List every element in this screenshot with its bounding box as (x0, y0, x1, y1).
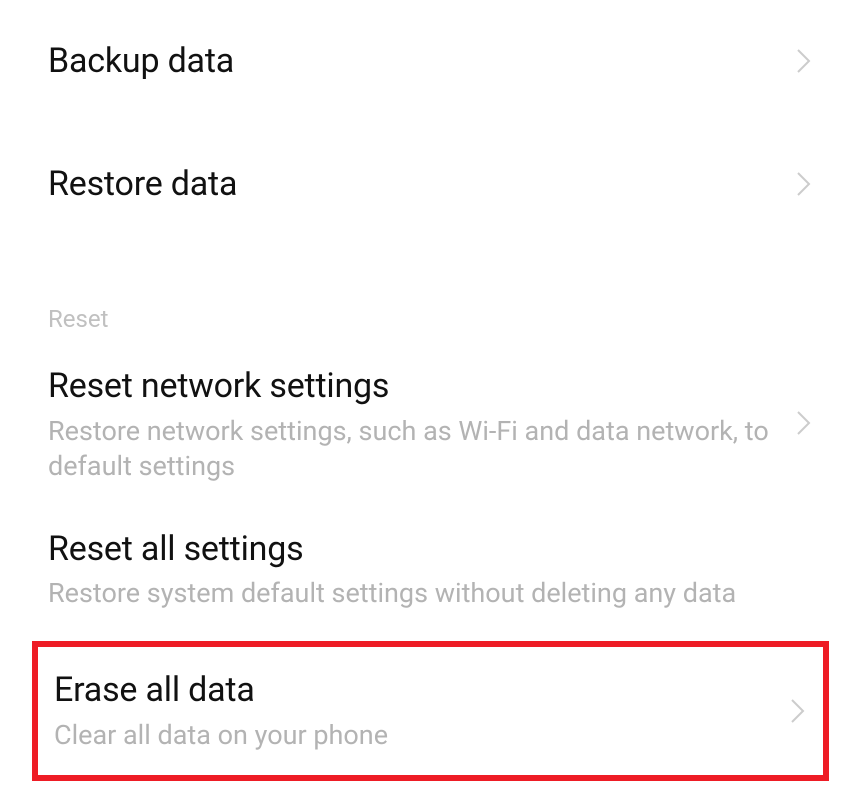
list-item-backup-data[interactable]: Backup data (0, 0, 861, 123)
item-title: Backup data (48, 40, 813, 83)
chevron-right-icon (795, 47, 813, 75)
item-subtitle: Restore system default settings without … (48, 576, 813, 611)
item-subtitle: Clear all data on your phone (54, 718, 807, 753)
list-item-reset-network-settings[interactable]: Reset network settings Restore network s… (0, 341, 861, 506)
chevron-right-icon (795, 170, 813, 198)
list-item-restore-data[interactable]: Restore data (0, 123, 861, 246)
list-item-erase-all-data[interactable]: Erase all data Clear all data on your ph… (38, 647, 823, 775)
highlighted-item-erase-all-data: Erase all data Clear all data on your ph… (32, 641, 829, 781)
chevron-right-icon (789, 697, 807, 725)
list-item-reset-all-settings[interactable]: Reset all settings Restore system defaul… (0, 506, 861, 634)
item-title: Reset network settings (48, 365, 813, 408)
item-subtitle: Restore network settings, such as Wi-Fi … (48, 414, 813, 484)
item-title: Restore data (48, 163, 813, 206)
item-title: Erase all data (54, 669, 807, 712)
section-header-reset: Reset (0, 245, 861, 341)
settings-list: Backup data Restore data Reset Reset net… (0, 0, 861, 781)
item-title: Reset all settings (48, 528, 813, 571)
chevron-right-icon (795, 409, 813, 437)
